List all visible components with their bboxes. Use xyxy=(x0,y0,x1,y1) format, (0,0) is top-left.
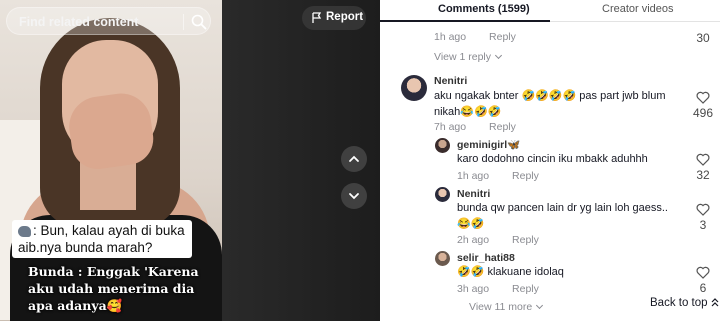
search-divider xyxy=(183,14,184,30)
video-player[interactable]: Find related content Report : Bun, kalau… xyxy=(0,0,380,321)
reply-button[interactable]: Reply xyxy=(512,234,539,246)
comment-username[interactable]: Nenitri xyxy=(434,75,467,87)
search-placeholder: Find related content xyxy=(19,15,139,29)
avatar[interactable] xyxy=(435,251,450,266)
avatar[interactable] xyxy=(435,138,450,153)
view-replies-button[interactable]: View 1 reply xyxy=(434,51,503,63)
comment-text-content: aku ngakak bnter 🤣🤣🤣🤣 pas part jwb blum … xyxy=(434,90,666,118)
reply-button[interactable]: Reply xyxy=(512,170,539,182)
report-label: Report xyxy=(326,11,364,23)
caption-question-text: : Bun, kalau ayah di buka aib.nya bunda … xyxy=(18,223,185,255)
like-count: 3 xyxy=(699,218,707,232)
back-to-top-button[interactable]: Back to top xyxy=(650,297,719,309)
next-video-button[interactable] xyxy=(341,183,367,209)
tiktok-video-page: Find related content Report : Bun, kalau… xyxy=(0,0,720,321)
like-count: 6 xyxy=(699,281,707,295)
comment-time: 1h ago xyxy=(457,170,490,182)
active-tab-indicator xyxy=(380,20,550,22)
heart-icon xyxy=(696,266,710,279)
previous-video-button[interactable] xyxy=(341,146,367,172)
comment-text-content: 🤣🤣 klakuane idolaq xyxy=(457,266,564,278)
caption-answer: Bunda : Enggak 'Karena aku udah menerima… xyxy=(28,264,199,313)
tab-creator-videos[interactable]: Creator videos xyxy=(602,3,674,15)
view-more-replies-button[interactable]: View 11 more xyxy=(469,301,544,313)
chevron-up-icon xyxy=(349,155,359,162)
view-more-label: View 11 more xyxy=(469,301,533,313)
comments-panel: Comments (1599) Creator videos 1h ago Re… xyxy=(380,0,720,321)
comment-time: 7h ago xyxy=(434,121,467,133)
comment-username[interactable]: geminigirl🦋 xyxy=(457,138,520,151)
caption-question: : Bun, kalau ayah di buka aib.nya bunda … xyxy=(12,220,192,258)
speaking-head-icon xyxy=(18,225,31,237)
report-button[interactable]: Report xyxy=(302,6,366,30)
comment-username[interactable]: selir_hati88 xyxy=(457,252,515,264)
avatar[interactable] xyxy=(435,187,450,202)
chevron-down-icon xyxy=(349,193,359,200)
reply-button[interactable]: Reply xyxy=(489,31,516,43)
like-count: 32 xyxy=(696,168,710,182)
comment-username[interactable]: Nenitri xyxy=(457,188,490,200)
panel-tabs: Comments (1599) Creator videos xyxy=(380,0,720,22)
chevron-down-icon xyxy=(536,301,544,310)
heart-icon xyxy=(696,91,710,104)
comment-text: karo dodohno cincin iku mbakk aduhhh xyxy=(457,151,672,167)
like-button[interactable]: 32 xyxy=(692,153,714,182)
comment-text-content: bunda qw pancen lain dr yg lain loh gaes… xyxy=(457,202,668,230)
double-chevron-up-icon xyxy=(711,298,719,307)
tab-comments[interactable]: Comments (1599) xyxy=(438,3,530,15)
heart-icon xyxy=(696,203,710,216)
like-button[interactable]: 496 xyxy=(692,91,714,120)
comment-text: 🤣🤣 klakuane idolaq xyxy=(457,264,672,280)
comment-meta: 7h ago Reply xyxy=(434,121,516,133)
flag-icon xyxy=(312,12,322,23)
search-related-input[interactable]: Find related content xyxy=(6,7,211,35)
comment-text-content: karo dodohno cincin iku mbakk aduhhh xyxy=(457,153,648,165)
chevron-down-icon xyxy=(494,51,503,60)
like-count: 30 xyxy=(696,31,710,45)
search-icon[interactable] xyxy=(191,14,207,30)
like-button[interactable]: 30 xyxy=(692,31,714,45)
view-replies-label: View 1 reply xyxy=(434,51,492,63)
back-to-top-label: Back to top xyxy=(650,297,708,309)
avatar[interactable] xyxy=(401,75,427,101)
comment-meta: 1h ago Reply xyxy=(457,170,539,182)
comment-time: 1h ago xyxy=(434,31,467,43)
comment-meta: 3h ago Reply xyxy=(457,283,539,295)
comment-time: 3h ago xyxy=(457,283,490,295)
comment-meta: 2h ago Reply xyxy=(457,234,539,246)
like-count: 496 xyxy=(692,106,714,120)
comment-meta: 1h ago Reply xyxy=(434,31,516,43)
comment-text: aku ngakak bnter 🤣🤣🤣🤣 pas part jwb blum … xyxy=(434,88,670,120)
like-button[interactable]: 3 xyxy=(692,203,714,232)
comment-time: 2h ago xyxy=(457,234,490,246)
heart-icon xyxy=(696,153,710,166)
comment-text: bunda qw pancen lain dr yg lain loh gaes… xyxy=(457,200,672,232)
like-button[interactable]: 6 xyxy=(692,266,714,295)
reply-button[interactable]: Reply xyxy=(489,121,516,133)
reply-button[interactable]: Reply xyxy=(512,283,539,295)
